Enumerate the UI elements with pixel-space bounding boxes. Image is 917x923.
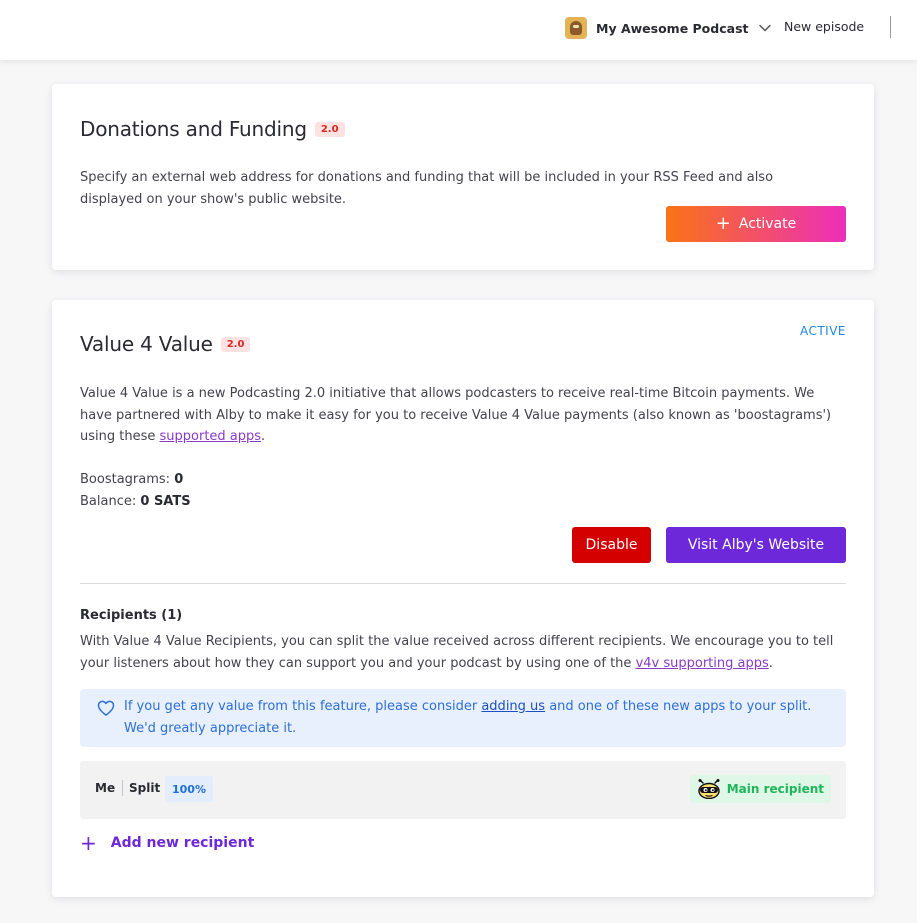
notice-text: If you get any value from this feature, … bbox=[124, 696, 834, 740]
version-badge: 2.0 bbox=[220, 336, 251, 352]
podcast-name: My Awesome Podcast bbox=[596, 20, 749, 36]
boostagrams-stat: Boostagrams: 0 bbox=[80, 472, 183, 487]
recipient-separator bbox=[122, 780, 123, 796]
chevron-down-icon[interactable] bbox=[758, 21, 772, 35]
heart-icon bbox=[97, 700, 115, 716]
recipient-row[interactable]: Me Split 100% Main recipient bbox=[80, 761, 846, 819]
balance-stat: Balance: 0 SATS bbox=[80, 494, 191, 509]
activate-label: Activate bbox=[738, 216, 797, 232]
add-recipient-label: Add new recipient bbox=[110, 835, 255, 851]
new-episode-link[interactable]: New episode bbox=[784, 19, 864, 34]
main-recipient-badge: Main recipient bbox=[689, 775, 831, 803]
balance-value: 0 SATS bbox=[140, 494, 191, 509]
add-recipient-button[interactable]: + Add new recipient bbox=[80, 833, 254, 853]
boostagrams-label: Boostagrams: bbox=[80, 472, 171, 487]
recipients-description: With Value 4 Value Recipients, you can s… bbox=[80, 631, 850, 674]
activate-button[interactable]: + Activate bbox=[666, 206, 846, 242]
disable-button[interactable]: Disable bbox=[572, 527, 651, 563]
supported-apps-link[interactable]: supported apps bbox=[160, 429, 262, 444]
v4v-title: Value 4 Value bbox=[80, 332, 213, 356]
recipients-description-end: . bbox=[768, 655, 773, 671]
podcast-switcher[interactable]: My Awesome Podcast bbox=[565, 16, 772, 40]
v4v-title-row: Value 4 Value 2.0 bbox=[80, 332, 251, 356]
visit-alby-website-button[interactable]: Visit Alby's Website bbox=[666, 527, 846, 563]
notice-text-start: If you get any value from this feature, … bbox=[124, 699, 482, 714]
donations-title: Donations and Funding bbox=[80, 117, 307, 141]
top-bar: My Awesome Podcast New episode bbox=[0, 0, 917, 60]
main-recipient-label: Main recipient bbox=[726, 782, 824, 796]
recipients-title: Recipients (1) bbox=[80, 608, 183, 623]
donations-description: Specify an external web address for dona… bbox=[80, 170, 774, 207]
version-badge: 2.0 bbox=[314, 121, 345, 137]
status-badge: ACTIVE bbox=[799, 324, 846, 338]
recipient-name: Me bbox=[95, 781, 116, 795]
v4v-supporting-apps-link[interactable]: v4v supporting apps bbox=[636, 656, 769, 671]
plus-icon: + bbox=[715, 213, 731, 234]
balance-label: Balance: bbox=[80, 494, 137, 509]
boostagrams-value: 0 bbox=[174, 472, 184, 487]
adding-us-link[interactable]: adding us bbox=[481, 699, 545, 714]
split-percentage: 100% bbox=[165, 776, 213, 802]
split-label: Split bbox=[129, 781, 161, 795]
donations-card: Donations and Funding 2.0 Specify an ext… bbox=[52, 84, 874, 270]
header-divider bbox=[890, 16, 891, 38]
podcast-logo-icon bbox=[565, 17, 587, 39]
v4v-description-end: . bbox=[261, 429, 266, 444]
donations-title-row: Donations and Funding 2.0 bbox=[80, 117, 345, 141]
v4v-description: Value 4 Value is a new Podcasting 2.0 in… bbox=[80, 383, 840, 448]
v4v-card: ACTIVE Value 4 Value 2.0 Value 4 Value i… bbox=[52, 300, 874, 897]
plus-icon: + bbox=[80, 831, 97, 855]
alby-bee-icon bbox=[698, 779, 720, 799]
support-notice: If you get any value from this feature, … bbox=[80, 689, 846, 747]
section-divider bbox=[80, 583, 846, 584]
